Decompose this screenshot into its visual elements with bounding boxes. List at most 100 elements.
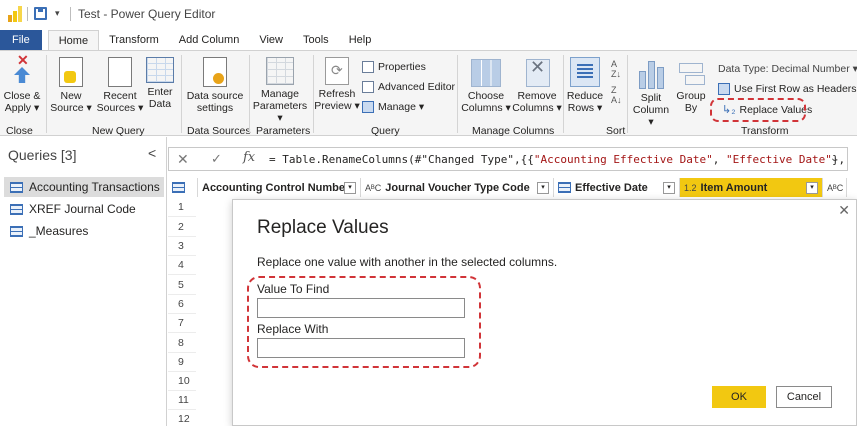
data-type-dropdown[interactable]: Data Type: Decimal Number ▾ [718,63,857,75]
cancel-button[interactable]: Cancel [776,386,832,408]
data-source-settings-icon [203,57,227,87]
manage-table-icon [362,101,374,113]
reduce-rows-icon [570,57,600,87]
row-number[interactable]: 6 [168,295,196,314]
advanced-editor-icon [362,81,374,93]
title-separator [70,7,71,21]
formula-commit-icon[interactable]: ✓ [211,151,222,167]
replace-values-dialog: ✕ Replace Values Replace one value with … [232,199,857,426]
table-icon [10,203,23,215]
tab-home[interactable]: Home [47,30,100,50]
row-number[interactable]: 3 [168,237,196,256]
group-by-icon [677,61,705,87]
column-filter-icon[interactable]: ▾ [344,181,356,194]
queries-header: Queries [3] [8,147,77,163]
ok-button[interactable]: OK [712,386,766,408]
dialog-close-icon[interactable]: ✕ [838,202,850,219]
inputs-highlight [247,276,481,368]
refresh-preview-button[interactable]: Refresh Preview ▾ [314,57,360,112]
group-separator [46,55,47,133]
query-item[interactable]: XREF Journal Code [4,199,164,219]
fx-icon: fx [243,150,256,165]
split-column-icon [636,59,666,89]
row-number[interactable]: 1 [168,198,196,217]
data-source-settings-button[interactable]: Data source settings [184,57,246,114]
column-header[interactable]: Accounting Control Number ▾ [198,178,361,197]
reduce-rows-button[interactable]: Reduce Rows ▾ [564,57,606,114]
row-number[interactable]: 9 [168,353,196,372]
choose-columns-icon [471,59,501,87]
table-grid-icon [146,57,174,83]
row-number[interactable]: 2 [168,218,196,237]
manage-parameters-button[interactable]: Manage Parameters ▾ [250,57,310,124]
title-bar: ▾ Test - Power Query Editor [0,0,857,28]
save-icon[interactable] [34,7,47,20]
replace-values-highlight [710,98,806,122]
remove-columns-button[interactable]: Remove Columns ▾ [510,59,564,114]
group-label-close: Close [6,125,33,137]
new-source-button[interactable]: New Source ▾ [48,57,94,114]
group-label-query: Query [371,125,400,137]
column-header[interactable]: AᴮC [823,178,847,197]
row-number[interactable]: 8 [168,334,196,353]
remove-columns-icon [522,59,552,87]
title-separator [27,7,28,21]
row-number[interactable]: 5 [168,276,196,295]
properties-icon [362,61,374,73]
group-label-data-sources: Data Sources [187,125,251,137]
row-number[interactable]: 12 [168,410,196,426]
column-filter-icon[interactable]: ▾ [537,181,549,194]
table-header-icon [718,83,730,95]
collapse-pane-button[interactable]: < [148,145,156,161]
row-number[interactable]: 4 [168,256,196,275]
group-label-manage-columns: Manage Columns [472,125,555,137]
use-first-row-button[interactable]: Use First Row as Headers ▾ [718,83,857,95]
table-icon [10,225,23,237]
sort-descending-icon[interactable]: Z A↓ [611,85,623,105]
window-title: Test - Power Query Editor [78,7,216,21]
column-header[interactable]: Effective Date ▾ [554,178,680,197]
text-type-icon: AᴮC [827,182,844,193]
quick-access-dropdown[interactable]: ▾ [55,8,60,19]
tab-tools[interactable]: Tools [293,30,339,50]
properties-button[interactable]: Properties [362,61,426,73]
sort-ascending-icon[interactable]: A Z↓ [611,59,623,79]
recent-sources-button[interactable]: Recent Sources ▾ [94,57,146,114]
group-by-button[interactable]: Group By [674,61,708,114]
query-item[interactable]: Accounting Transactions [4,177,164,197]
close-apply-icon: ✕ [9,53,35,87]
column-filter-icon[interactable]: ▾ [663,181,675,194]
formula-cancel-icon[interactable]: ✕ [177,151,189,168]
manage-button[interactable]: Manage ▾ [362,101,424,113]
group-label-parameters: Parameters [256,125,311,137]
row-number[interactable]: 7 [168,314,196,333]
recent-sources-icon [108,57,132,87]
row-number[interactable]: 10 [168,372,196,391]
close-apply-button[interactable]: ✕ Close & Apply ▾ [2,53,42,114]
tab-help[interactable]: Help [339,30,382,50]
group-label-transform: Transform [741,125,789,137]
advanced-editor-button[interactable]: Advanced Editor [362,81,455,93]
ribbon: ✕ Close & Apply ▾ Close New Source ▾ Rec… [0,50,857,137]
grid-corner[interactable] [168,178,198,197]
choose-columns-button[interactable]: Choose Columns ▾ [459,59,513,114]
enter-data-button[interactable]: Enter Data [144,57,176,110]
split-column-button[interactable]: Split Column ▾ [630,59,672,128]
group-separator [627,55,628,133]
tab-add-column[interactable]: Add Column [169,30,250,50]
row-number[interactable]: 11 [168,391,196,410]
formula-bar[interactable]: ✕ ✓ fx = Table.RenameColumns(#"Changed T… [168,147,848,171]
date-type-icon [558,182,571,193]
tab-transform[interactable]: Transform [99,30,169,50]
column-header-selected[interactable]: 1.2 Item Amount ▾ [680,178,823,197]
column-filter-icon[interactable]: ▾ [806,181,818,194]
queries-pane: Queries [3] < Accounting Transactions XR… [0,137,167,426]
tab-file[interactable]: File [0,30,42,50]
dialog-description: Replace one value with another in the se… [257,255,558,269]
refresh-icon [325,57,349,85]
expand-formula-icon[interactable]: ⌄ [830,153,838,164]
formula-text[interactable]: = Table.RenameColumns(#"Changed Type",{{… [269,153,845,166]
query-item[interactable]: _Measures [4,221,164,241]
column-header[interactable]: AᴮC Journal Voucher Type Code ▾ [361,178,554,197]
tab-view[interactable]: View [249,30,293,50]
